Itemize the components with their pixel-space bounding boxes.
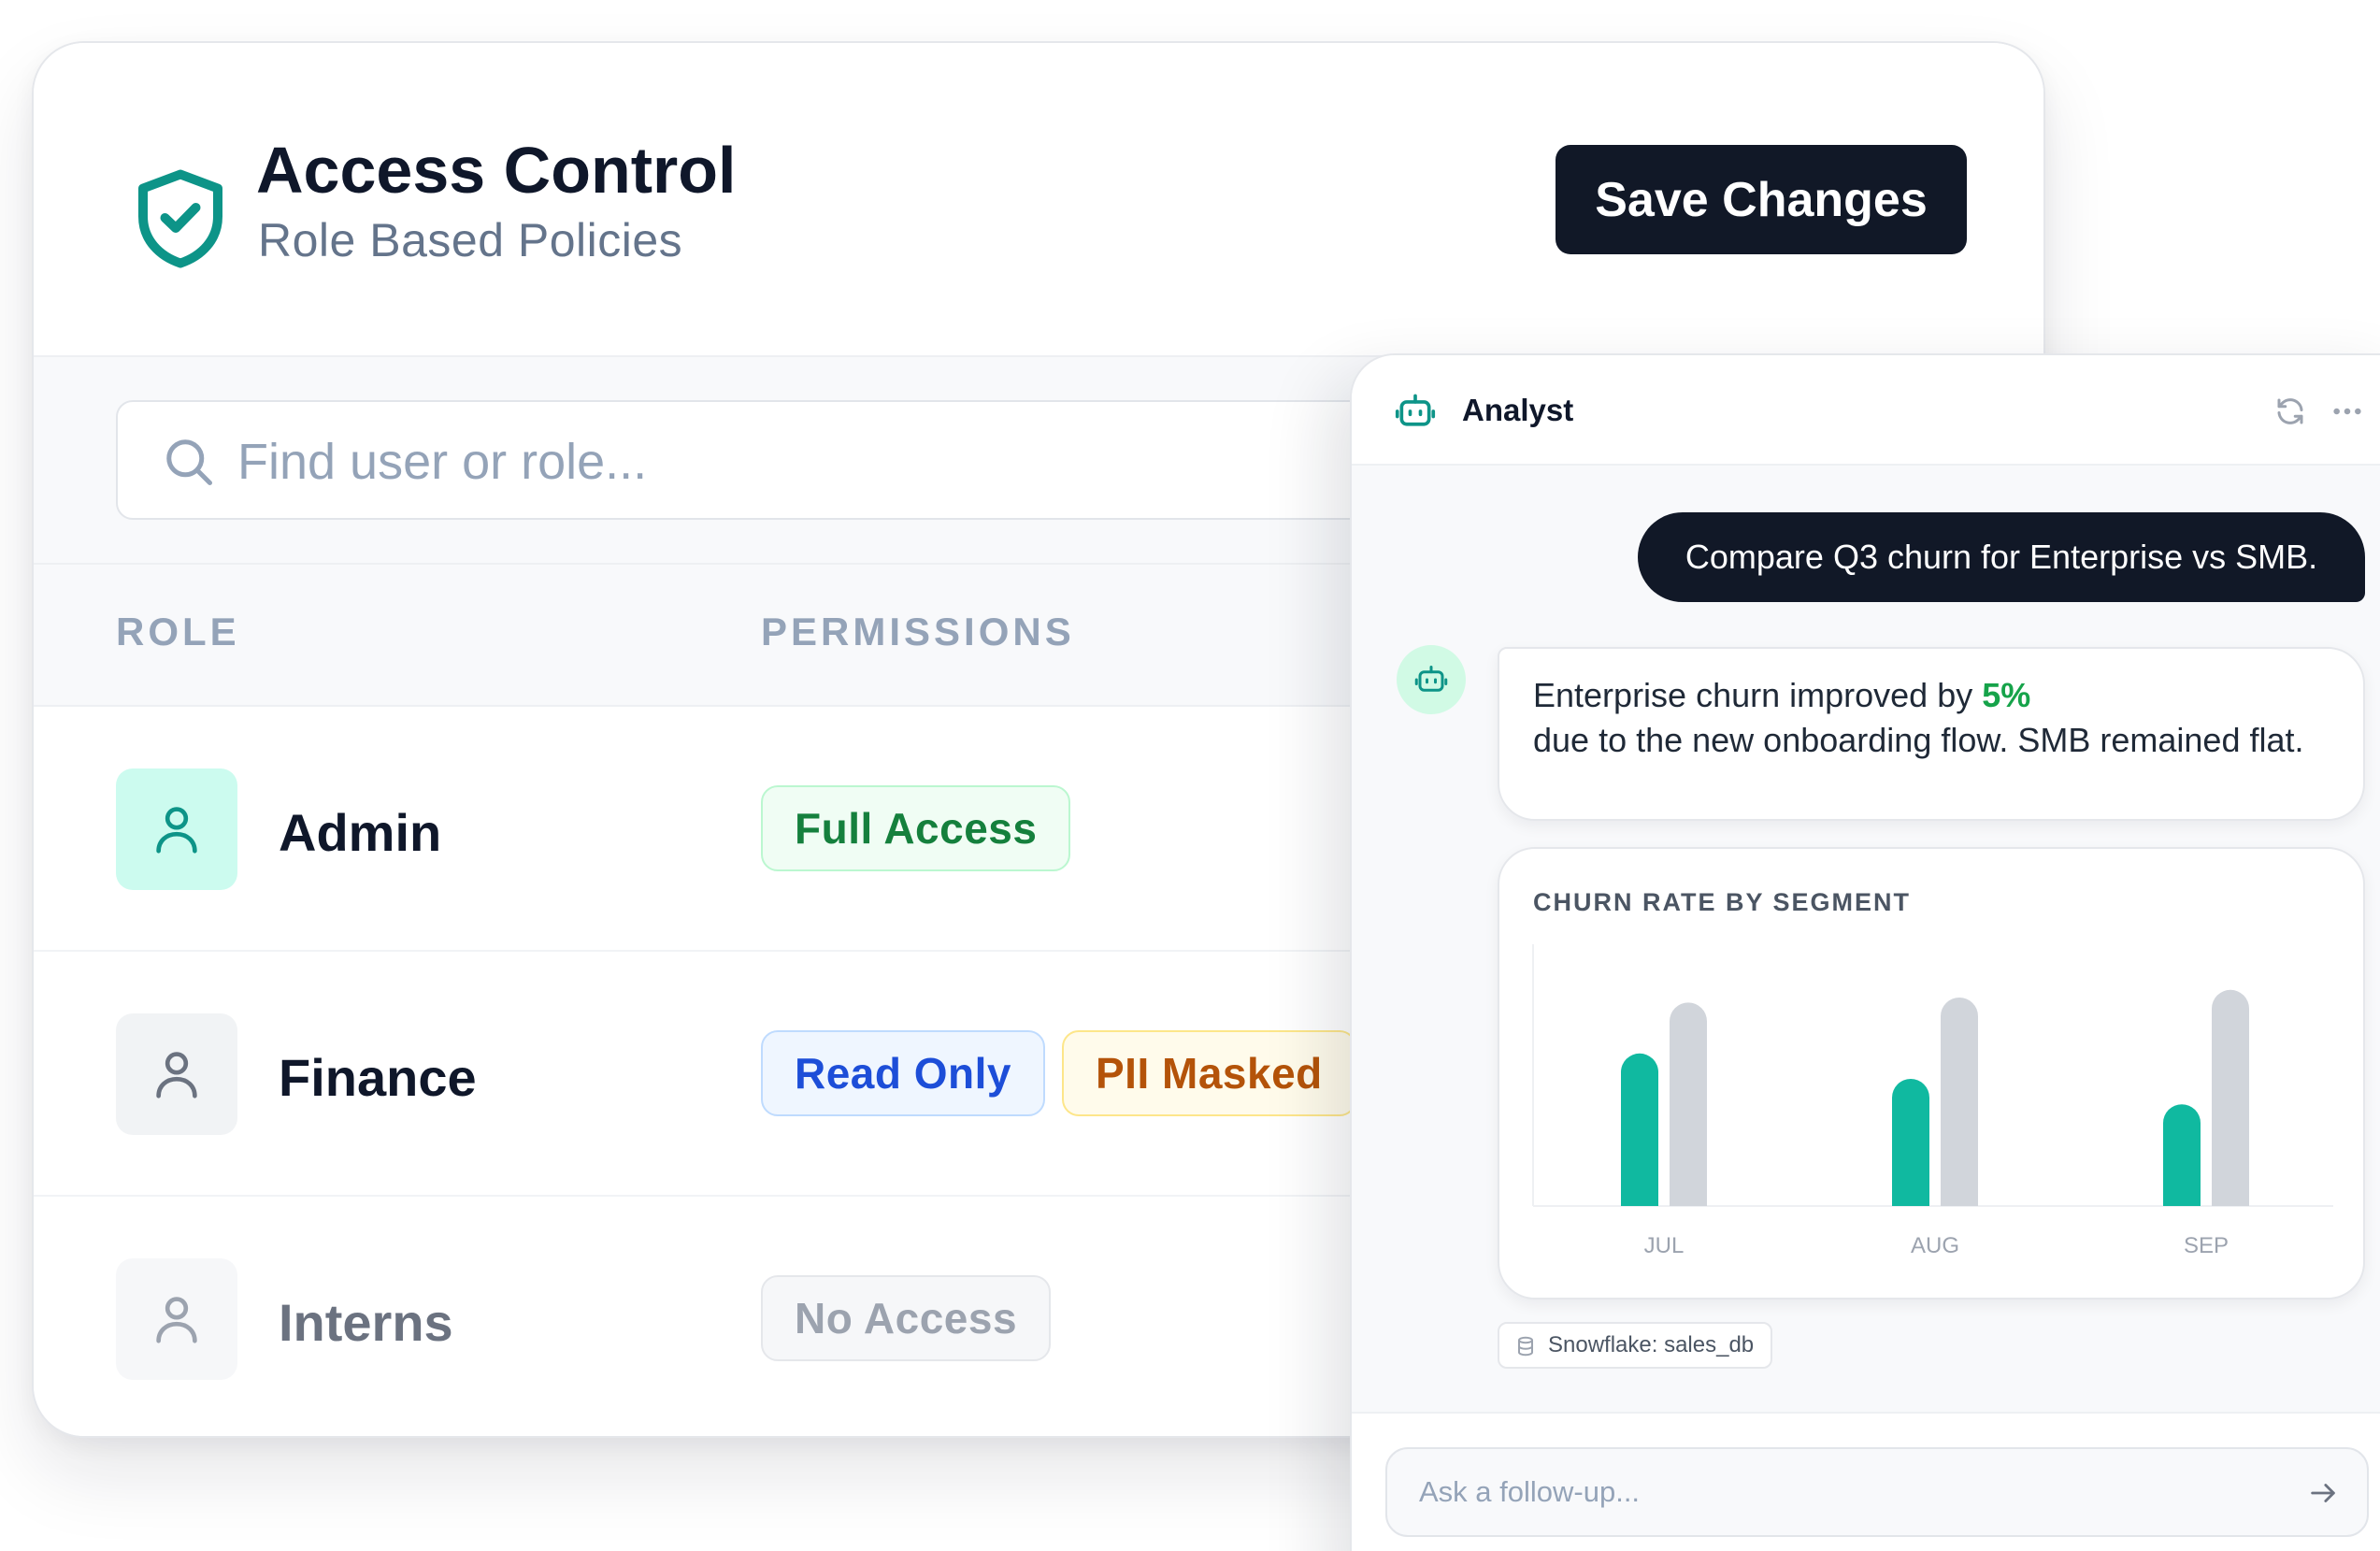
analyst-header: Analyst	[1352, 355, 2380, 466]
user-icon	[156, 1297, 197, 1343]
bar-sep-1	[2163, 1104, 2201, 1206]
churn-bar-chart: JUL AUG SEP	[1532, 944, 2333, 1258]
x-tick-label: JUL	[1644, 1233, 1685, 1258]
followup-box[interactable]	[1385, 1447, 2369, 1537]
search-input[interactable]	[237, 423, 1359, 501]
bar-jul-1	[1621, 1053, 1658, 1206]
analyst-title: Analyst	[1462, 393, 1574, 427]
churn-chart-card: CHURN RATE BY SEGMENT JUL AUG SEP	[1498, 847, 2365, 1300]
x-tick-label: SEP	[2184, 1233, 2229, 1258]
user-icon	[156, 1052, 197, 1099]
page-subtitle: Role Based Policies	[258, 214, 683, 266]
search-box[interactable]	[116, 400, 1518, 520]
refresh-icon[interactable]	[2273, 395, 2307, 428]
role-name: Interns	[279, 1293, 453, 1352]
column-header-role: ROLE	[116, 610, 240, 653]
x-tick-label: AUG	[1911, 1233, 1959, 1258]
send-arrow-icon[interactable]	[2307, 1477, 2339, 1509]
bar-jul-2	[1670, 1002, 1707, 1206]
bot-avatar	[1397, 645, 1466, 714]
analyst-chat-panel: Analyst Compare Q3 churn for Enterprise …	[1350, 353, 2380, 1551]
bar-aug-1	[1892, 1079, 1929, 1206]
reply-highlight-value: 5%	[1982, 676, 2031, 714]
permission-badge-no-access[interactable]: No Access	[761, 1275, 1052, 1361]
robot-icon	[1395, 394, 1436, 426]
bar-aug-2	[1941, 997, 1978, 1206]
reply-text-end: due to the new onboarding flow. SMB rema…	[1533, 721, 2304, 759]
permission-badge-pii-masked[interactable]: PII Masked	[1062, 1030, 1356, 1116]
data-source-label: Snowflake: sales_db	[1548, 1332, 1755, 1357]
database-icon	[1518, 1336, 1533, 1357]
page-title: Access Control	[256, 134, 737, 207]
permission-badge-read-only[interactable]: Read Only	[761, 1030, 1046, 1116]
bot-reply-bubble: Enterprise churn improved by 5% due to t…	[1498, 647, 2365, 821]
save-changes-button[interactable]: Save Changes	[1556, 145, 1967, 254]
role-name: Finance	[279, 1048, 477, 1107]
role-avatar	[116, 1258, 237, 1380]
data-source-chip[interactable]: Snowflake: sales_db	[1498, 1322, 1773, 1369]
permission-badge-full-access[interactable]: Full Access	[761, 785, 1071, 871]
analyst-footer	[1352, 1412, 2380, 1551]
bar-sep-2	[2212, 989, 2249, 1206]
role-avatar	[116, 768, 237, 890]
search-icon	[166, 439, 212, 485]
reply-text-start: Enterprise churn improved by	[1533, 676, 1983, 714]
user-icon	[156, 807, 197, 854]
shield-check-icon	[138, 169, 222, 268]
user-message-bubble: Compare Q3 churn for Enterprise vs SMB.	[1638, 512, 2365, 602]
followup-input[interactable]	[1419, 1466, 2260, 1518]
access-control-header: Access Control Role Based Policies Save …	[34, 43, 2043, 355]
role-avatar	[116, 1013, 237, 1135]
role-name: Admin	[279, 803, 442, 862]
robot-icon	[1414, 666, 1448, 692]
more-options-icon[interactable]	[2331, 400, 2363, 423]
column-header-permissions: PERMISSIONS	[761, 610, 1075, 653]
